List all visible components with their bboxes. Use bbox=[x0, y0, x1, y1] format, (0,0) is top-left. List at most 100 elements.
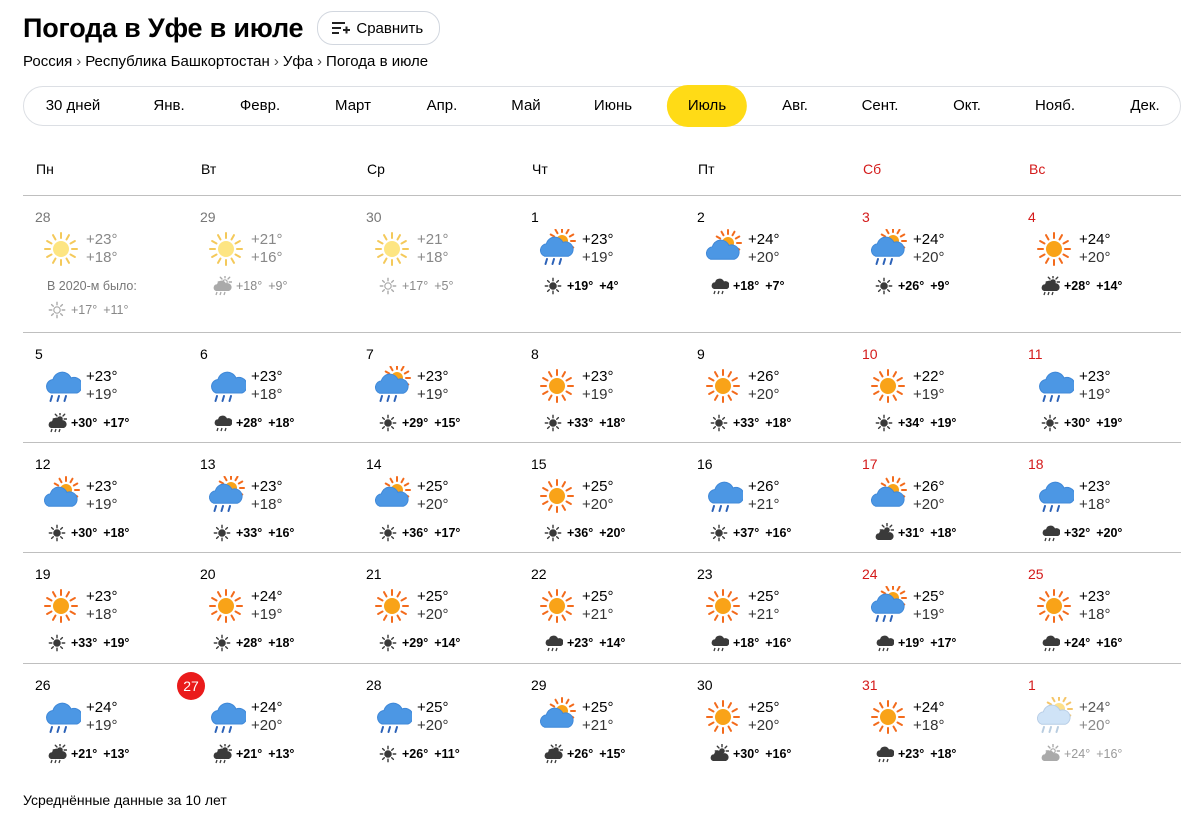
day-number: 9 bbox=[697, 346, 705, 362]
month-tab[interactable]: Февр. bbox=[240, 87, 280, 125]
footer-note: Усреднённые данные за 10 лет bbox=[23, 792, 227, 808]
day-cell[interactable]: 10 +22° +19° +34° +19° bbox=[850, 335, 1015, 445]
day-temperature: +23° bbox=[1079, 588, 1111, 605]
sun-icon bbox=[41, 586, 81, 626]
night-temperature: +20° bbox=[913, 496, 945, 513]
day-cell[interactable]: 25 +23° +18° +24° +16° bbox=[1016, 555, 1181, 665]
day-number: 19 bbox=[35, 566, 51, 582]
day-cell[interactable]: 29 +21° +16° +18° +9° bbox=[188, 198, 353, 308]
history-high: +29° bbox=[402, 416, 429, 430]
day-number: 31 bbox=[862, 677, 878, 693]
history-high: +28° bbox=[236, 416, 263, 430]
day-cell[interactable]: 8 +23° +19° +33° +18° bbox=[519, 335, 684, 445]
sun-small-icon bbox=[709, 413, 729, 433]
day-cell[interactable]: 17 +26° +20° +31° +18° bbox=[850, 445, 1015, 555]
history-low: +16° bbox=[268, 526, 295, 540]
history-low: +18° bbox=[930, 747, 957, 761]
month-tab[interactable]: Март bbox=[335, 87, 371, 125]
day-cell[interactable]: 21 +25° +20° +29° +14° bbox=[354, 555, 519, 665]
breadcrumb-russia[interactable]: Россия bbox=[23, 53, 72, 70]
month-tab[interactable]: Дек. bbox=[1130, 87, 1159, 125]
history-row: +30° +19° bbox=[1040, 413, 1128, 433]
page-title: Погода в Уфе в июле bbox=[23, 12, 304, 43]
day-cell[interactable]: 28 +25° +20° +26° +11° bbox=[354, 666, 519, 776]
month-tab[interactable]: 30 дней bbox=[46, 87, 101, 125]
history-row: +30° +16° bbox=[709, 744, 797, 764]
history-row: +23° +18° bbox=[874, 744, 962, 764]
compare-label: Сравнить bbox=[356, 19, 424, 37]
day-temperature: +25° bbox=[417, 588, 449, 605]
history-low: +18° bbox=[765, 416, 792, 430]
day-cell[interactable]: 15 +25° +20° +36° +20° bbox=[519, 445, 684, 555]
history-row: +36° +17° bbox=[378, 523, 466, 543]
day-temperature: +23° bbox=[417, 368, 449, 385]
cloud-rain-icon bbox=[206, 697, 246, 737]
day-cell[interactable]: 27 +24° +20° +21° +13° bbox=[177, 666, 353, 776]
day-cell[interactable]: 13 +23° +18° +33° +16° bbox=[188, 445, 353, 555]
breadcrumb-separator: › bbox=[317, 53, 323, 70]
day-cell[interactable]: 1 +24° +20° +24° +16° bbox=[1016, 666, 1181, 776]
history-low: +18° bbox=[268, 416, 295, 430]
day-cell[interactable]: 24 +25° +19° +19° +17° bbox=[850, 555, 1015, 665]
sun-small-icon bbox=[378, 413, 398, 433]
cloud-rain-icon bbox=[703, 476, 743, 516]
day-temperature: +24° bbox=[1079, 699, 1111, 716]
month-tab[interactable]: Апр. bbox=[427, 87, 458, 125]
month-tab[interactable]: Июнь bbox=[594, 87, 632, 125]
history-row: +33° +18° bbox=[709, 413, 797, 433]
month-tab[interactable]: Нояб. bbox=[1035, 87, 1075, 125]
day-cell[interactable]: 14 +25° +20° +36° +17° bbox=[354, 445, 519, 555]
day-temperature: +24° bbox=[913, 699, 945, 716]
cloud-rain-icon bbox=[41, 697, 81, 737]
history-row: +21° +13° bbox=[47, 744, 135, 764]
month-tab[interactable]: Июль bbox=[666, 85, 748, 127]
day-cell[interactable]: 9 +26° +20° +33° +18° bbox=[685, 335, 850, 445]
day-cell[interactable]: 6 +23° +18° +28° +18° bbox=[188, 335, 353, 445]
sun-icon bbox=[47, 300, 67, 320]
compare-button[interactable]: Сравнить bbox=[317, 11, 441, 45]
day-cell[interactable]: 12 +23° +19° +30° +18° bbox=[23, 445, 188, 555]
day-temperature: +25° bbox=[748, 588, 780, 605]
day-cell[interactable]: 16 +26° +21° +37° +16° bbox=[685, 445, 850, 555]
day-temperature: +25° bbox=[417, 699, 449, 716]
history-high: +33° bbox=[733, 416, 760, 430]
day-cell[interactable]: 5 +23° +19° +30° +17° bbox=[23, 335, 188, 445]
breadcrumb-ufa[interactable]: Уфа bbox=[283, 53, 313, 70]
history-low: +14° bbox=[599, 636, 626, 650]
month-tab[interactable]: Авг. bbox=[782, 87, 808, 125]
history-row: +31° +18° bbox=[874, 523, 962, 543]
night-temperature: +19° bbox=[86, 717, 118, 734]
day-number: 30 bbox=[697, 677, 713, 693]
day-cell[interactable]: 18 +23° +18° +32° +20° bbox=[1016, 445, 1181, 555]
day-cell[interactable]: 30 +21° +18° +17° +5° bbox=[354, 198, 519, 308]
history-high: +21° bbox=[71, 747, 98, 761]
breadcrumb-bashkortostan[interactable]: Республика Башкортостан bbox=[85, 53, 270, 70]
history-high: +19° bbox=[898, 636, 925, 650]
day-cell[interactable]: 30 +25° +20° +30° +16° bbox=[685, 666, 850, 776]
day-cell[interactable]: 19 +23° +18° +33° +19° bbox=[23, 555, 188, 665]
day-cell[interactable]: 31 +24° +18° +23° +18° bbox=[850, 666, 1015, 776]
partly-cloudy-icon bbox=[41, 476, 81, 516]
history-low: +13° bbox=[268, 747, 295, 761]
day-cell[interactable]: 20 +24° +19° +28° +18° bbox=[188, 555, 353, 665]
day-cell[interactable]: 1 +23° +19° +19° +4° bbox=[519, 198, 684, 308]
day-temperature: +23° bbox=[1079, 368, 1111, 385]
sun-icon bbox=[868, 697, 908, 737]
day-cell[interactable]: 28 +23° +18° В 2020-м было: +17° +11° bbox=[23, 198, 188, 319]
history-row: +24° +16° bbox=[1040, 633, 1128, 653]
month-tab[interactable]: Май bbox=[511, 87, 540, 125]
day-cell[interactable]: 26 +24° +19° +21° +13° bbox=[23, 666, 188, 776]
day-cell[interactable]: 22 +25° +21° +23° +14° bbox=[519, 555, 684, 665]
month-tab[interactable]: Янв. bbox=[153, 87, 184, 125]
day-cell[interactable]: 3 +24° +20° +26° +9° bbox=[850, 198, 1015, 308]
sun-small-icon bbox=[543, 276, 563, 296]
month-tab[interactable]: Сент. bbox=[862, 87, 899, 125]
history-row: +23° +14° bbox=[543, 633, 631, 653]
day-cell[interactable]: 23 +25° +21° +18° +16° bbox=[685, 555, 850, 665]
day-cell[interactable]: 4 +24° +20° +28° +14° bbox=[1016, 198, 1181, 308]
day-cell[interactable]: 2 +24° +20° +18° +7° bbox=[685, 198, 850, 308]
day-cell[interactable]: 29 +25° +21° +26° +15° bbox=[519, 666, 684, 776]
day-cell[interactable]: 7 +23° +19° +29° +15° bbox=[354, 335, 519, 445]
month-tab[interactable]: Окт. bbox=[953, 87, 981, 125]
day-cell[interactable]: 11 +23° +19° +30° +19° bbox=[1016, 335, 1181, 445]
